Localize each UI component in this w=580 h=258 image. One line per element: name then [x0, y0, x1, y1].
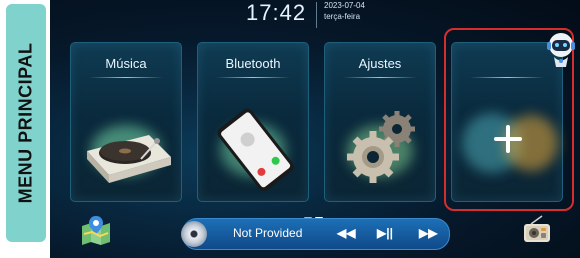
- date: 2023-07-04: [324, 1, 365, 10]
- map-icon[interactable]: [80, 214, 112, 246]
- weekday: terça-feira: [324, 12, 361, 21]
- clock: 17:42: [246, 0, 307, 25]
- radio-icon[interactable]: [522, 214, 552, 244]
- side-label: MENU PRINCIPAL: [0, 0, 46, 258]
- media-player-bar[interactable]: Not Provided ◀◀ ▶|| ▶▶: [181, 218, 450, 250]
- card-divider: [216, 77, 290, 78]
- card-divider: [89, 77, 163, 78]
- smartphone-icon: [217, 108, 294, 192]
- clock-divider: [316, 2, 317, 28]
- infotainment-screen: 17:42 2023-07-04 terça-feira Música Blue…: [50, 0, 580, 258]
- disc-icon: [181, 221, 207, 247]
- side-label-text: MENU PRINCIPAL: [15, 42, 36, 204]
- gears-icon: [347, 111, 415, 183]
- play-pause-button[interactable]: ▶||: [377, 226, 393, 240]
- card-divider: [343, 77, 417, 78]
- card-musica[interactable]: Música: [70, 42, 182, 202]
- robot-icon[interactable]: [544, 30, 578, 70]
- previous-button[interactable]: ◀◀: [337, 226, 355, 240]
- turntable-icon: [87, 135, 171, 183]
- card-bluetooth[interactable]: Bluetooth: [197, 42, 309, 202]
- date-block: 2023-07-04 terça-feira: [324, 0, 365, 22]
- card-ajustes[interactable]: Ajustes: [324, 42, 436, 202]
- card-bluetooth-title: Bluetooth: [225, 56, 281, 71]
- next-button[interactable]: ▶▶: [419, 226, 437, 240]
- card-musica-title: Música: [105, 56, 147, 71]
- track-title: Not Provided: [233, 226, 303, 240]
- card-ajustes-title: Ajustes: [358, 56, 402, 71]
